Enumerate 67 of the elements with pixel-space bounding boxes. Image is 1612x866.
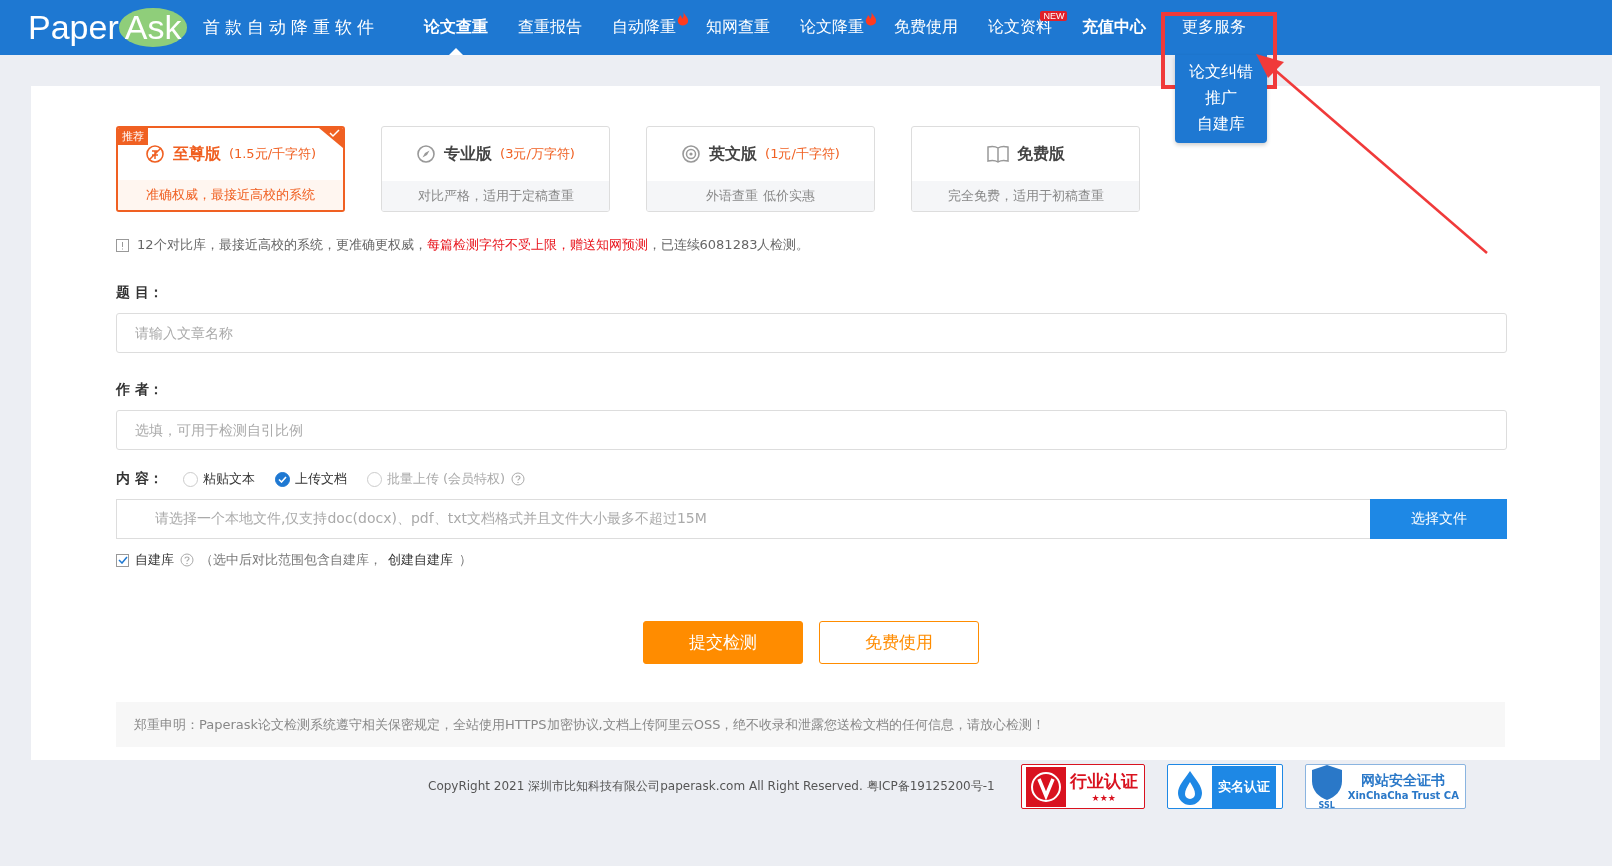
field-label: 作 者： [116, 381, 164, 399]
field-label: 题 目： [116, 284, 164, 302]
note-text: ） [459, 551, 472, 569]
field-label: 内 容： [116, 470, 163, 488]
info-icon [116, 238, 129, 252]
check-icon [277, 475, 287, 483]
highlighted-text: 每篇检测字符不受上限，赠送知网预测 [426, 237, 648, 252]
cert-badge[interactable]: SSL 网站安全证书 XinChaCha Trust CA [1304, 764, 1466, 809]
create-link[interactable]: 创建自建库 [388, 551, 453, 569]
author-input[interactable]: 选填，可用于检测自引比例 [116, 410, 1507, 450]
nav-link[interactable]: 更多服务 [1167, 0, 1262, 55]
help-icon[interactable] [511, 472, 526, 486]
info-text: ，已连续6081283人检测。 [647, 237, 810, 252]
no-sign-icon [144, 144, 165, 164]
nav-link[interactable]: 论文降重 [785, 0, 880, 55]
note-text: （选中后对比范围包含自建库， [200, 551, 382, 569]
plan-name: 至尊版 [172, 143, 221, 165]
choose-file-button[interactable]: 选择文件 [1370, 499, 1507, 539]
nav-link[interactable]: 查重报告 [503, 0, 598, 55]
plan-name: 英文版 [709, 143, 758, 165]
shield-icon [1309, 763, 1344, 801]
nav-link[interactable]: 充值中心 [1067, 0, 1162, 55]
plan-price: (1元/千字符) [765, 145, 840, 163]
submit-button[interactable]: 提交检测 [643, 621, 803, 664]
menu-item[interactable]: 论文纠错 [1189, 59, 1254, 85]
plan-description: 外语查重 低价实惠 [647, 181, 874, 211]
plan-option[interactable]: 专业版 (3元/万字符) 对比严格，适用于定稿查重 [381, 126, 610, 212]
logo[interactable]: Paper Ask [28, 8, 188, 47]
nav-link[interactable]: 知网查重 [691, 0, 786, 55]
shield-v-icon [1025, 766, 1066, 807]
check-corner-icon [319, 128, 343, 148]
copyright-text: CopyRight 2021 深圳市比知科技有限公司paperask.com All Right Reserved. 粤ICP备19125200号-1 [428, 778, 995, 795]
slogan: 首款自动降重软件 [203, 16, 380, 39]
plan-description: 准确权威，最接近高校的系统 [118, 180, 343, 210]
plan-name: 免费版 [1016, 143, 1065, 165]
info-text: 12个对比库，最接近高校的系统，更准确更权威， [137, 237, 427, 252]
free-use-button[interactable]: 免费使用 [819, 621, 979, 664]
plan-option[interactable]: 免费版 完全免费，适用于初稿查重 [911, 126, 1140, 212]
plan-name: 专业版 [444, 143, 493, 165]
plan-price: (1.5元/千字符) [228, 145, 317, 163]
menu-item[interactable]: 推广 [1205, 85, 1238, 111]
plan-description: 对比严格，适用于定稿查重 [382, 181, 609, 211]
cert-badge[interactable]: 行业认证 ★★★ [1020, 764, 1145, 809]
plan-description: 完全免费，适用于初稿查重 [912, 181, 1139, 211]
notice-text: 郑重申明：Paperask论文检测系统遵守相关保密规定，全站使用HTTPS加密协议,文档上传阿里云OSS，绝不收录和泄露您送检文档的任何信息，请放心检测！ [116, 702, 1505, 747]
book-icon [986, 145, 1009, 163]
compass-icon [416, 144, 437, 164]
nav-link[interactable]: 自动降重 [597, 0, 692, 55]
radio-option[interactable]: 粘贴文本 [182, 470, 255, 488]
menu-item[interactable]: 自建库 [1197, 111, 1246, 137]
nav-link[interactable]: 免费使用 [879, 0, 974, 55]
new-tag: NEW [1040, 11, 1068, 21]
cert-badge[interactable]: 实名认证 [1166, 764, 1283, 809]
recommend-tag: 推荐 [118, 128, 148, 145]
radio-option[interactable]: 上传文档 [274, 470, 347, 488]
nav-link[interactable]: 论文查重 [409, 0, 504, 55]
checkbox[interactable] [116, 553, 129, 567]
check-icon [117, 556, 128, 564]
checkbox-label: 自建库 [135, 551, 174, 569]
plan-option[interactable]: 推荐 至尊版 (1.5元/千字符) 准确权威，最接近高校的系统 [116, 126, 345, 212]
plan-option[interactable]: 英文版 (1元/千字符) 外语查重 低价实惠 [646, 126, 875, 212]
plan-price: (3元/万字符) [500, 145, 575, 163]
nav-link[interactable]: 论文资料 NEW [973, 0, 1068, 55]
help-icon[interactable] [180, 553, 194, 567]
target-icon [681, 144, 702, 164]
file-field[interactable]: 请选择一个本地文件,仅支持doc(docx)、pdf、txt文档格式并且文件大小最多不超过15M [116, 499, 1370, 539]
title-input[interactable]: 请输入文章名称 [116, 313, 1507, 353]
